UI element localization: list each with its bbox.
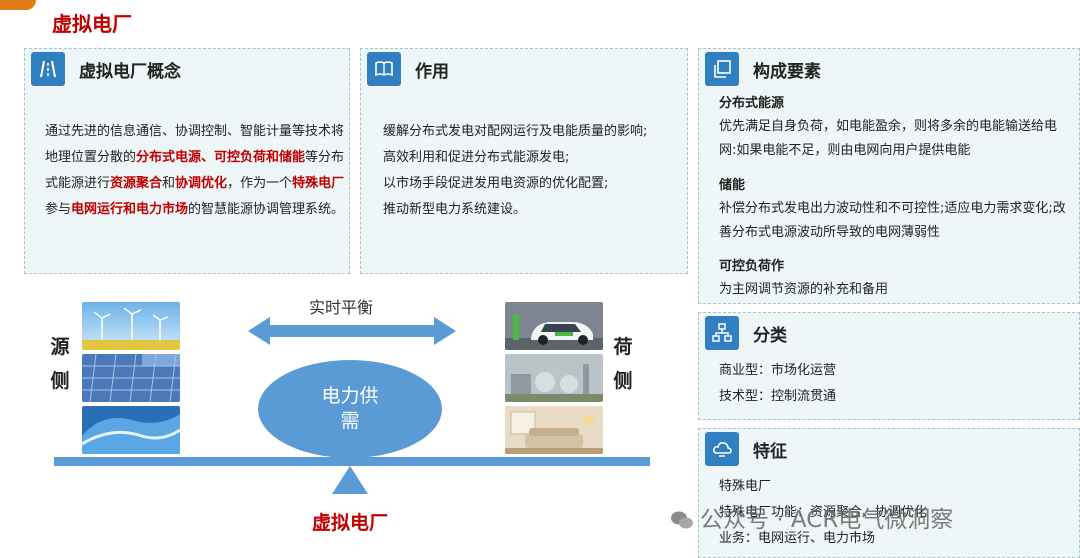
concept-panel-header: 虚拟电厂概念 (25, 49, 181, 89)
highlight-text: 分布式电源、可控负荷和储能 (136, 150, 306, 165)
body-text: 和 (162, 176, 176, 191)
double-arrow-icon (248, 317, 456, 345)
element-heading: 可控负荷作 (719, 259, 785, 274)
elements-title: 构成要素 (753, 61, 821, 82)
element-heading: 储能 (719, 178, 746, 193)
balance-beam (54, 457, 650, 466)
side-label-char: 侧 (613, 370, 633, 392)
side-label-char: 荷 (613, 336, 633, 358)
features-panel-header: 特征 (699, 429, 787, 469)
book-icon (367, 52, 401, 86)
cloud-icon (705, 432, 739, 466)
features-title: 特征 (753, 441, 787, 462)
supply-demand-ellipse: 电力供需 (258, 360, 442, 458)
element-body: 优先满足自身负荷，如电能盈余，则将多余的电能输送给电网:如果电能不足，则由电网向… (719, 119, 1058, 158)
list-item: 以市场手段促进发用电资源的优化配置; (383, 176, 609, 191)
highlight-text: 协调优化 (175, 176, 228, 191)
source-side-label: 源侧 (50, 330, 70, 398)
fulcrum-icon (332, 466, 368, 494)
industrial-plant-image (505, 354, 603, 402)
list-item: 特殊电厂 (719, 479, 772, 494)
watermark-text: 公众号 · ACR电气微洞察 (700, 507, 954, 533)
concept-description: 通过先进的信息通信、协调控制、智能计量等技术将地理位置分散的分布式电源、可控负荷… (45, 119, 345, 223)
concept-title: 虚拟电厂概念 (79, 61, 181, 82)
wechat-icon (671, 511, 693, 529)
sitemap-icon (705, 316, 739, 350)
side-label-char: 源 (50, 336, 70, 358)
elements-panel-header: 构成要素 (699, 49, 821, 89)
wind-turbines-image (82, 302, 180, 350)
element-body: 补偿分布式发电出力波动性和不可控性;适应电力需求变化;改善分布式电源波动所导致的… (719, 201, 1066, 240)
element-item: 可控负荷作 为主网调节资源的补充和备用 (719, 256, 1069, 302)
list-item: 商业型：市场化运营 (719, 363, 837, 378)
copy-icon (705, 52, 739, 86)
electric-car-image (505, 302, 603, 350)
body-text: 的智慧能源协调管理系统。 (188, 202, 345, 217)
watermark: 公众号 · ACR电气微洞察 (670, 500, 953, 534)
body-text: ，作为一个 (227, 176, 293, 191)
list-item: 高效利用和促进分布式能源发电; (383, 150, 570, 165)
classification-panel: 分类 商业型：市场化运营 技术型：控制流贯通 (698, 312, 1080, 420)
role-list: 缓解分布式发电对配网运行及电能质量的影响; 高效利用和促进分布式能源发电; 以市… (383, 119, 683, 223)
page-title: 虚拟电厂 (52, 12, 132, 36)
ocean-wave-image (82, 406, 180, 454)
role-panel: 作用 缓解分布式发电对配网运行及电能质量的影响; 高效利用和促进分布式能源发电;… (360, 48, 688, 274)
vpp-label: 虚拟电厂 (311, 512, 388, 534)
element-heading: 分布式能源 (719, 96, 785, 111)
load-side-label: 荷侧 (613, 330, 633, 398)
center-label: 电力供需 (321, 385, 379, 432)
element-item: 储能 补偿分布式发电出力波动性和不可控性;适应电力需求变化;改善分布式电源波动所… (719, 175, 1069, 245)
concept-panel: 虚拟电厂概念 通过先进的信息通信、协调控制、智能计量等技术将地理位置分散的分布式… (24, 48, 350, 274)
role-title: 作用 (415, 61, 449, 82)
features-panel: 特征 特殊电厂 特殊电厂功能：资源聚合、协调优化 业务：电网运行、电力市场 (698, 428, 1080, 558)
side-label-char: 侧 (50, 370, 70, 392)
highlight-text: 资源聚合 (110, 176, 163, 191)
body-text: 参与 (45, 202, 72, 217)
living-room-image (505, 406, 603, 454)
corner-accent (0, 0, 36, 10)
element-item: 分布式能源 优先满足自身负荷，如电能盈余，则将多余的电能输送给电网:如果电能不足… (719, 93, 1069, 163)
road-icon (31, 52, 65, 86)
elements-panel: 构成要素 分布式能源 优先满足自身负荷，如电能盈余，则将多余的电能输送给电网:如… (698, 48, 1080, 304)
classification-title: 分类 (753, 325, 787, 346)
highlight-text: 电网运行和电力市场 (71, 202, 189, 217)
list-item: 缓解分布式发电对配网运行及电能质量的影响; (383, 124, 648, 139)
highlight-text: 特殊电厂 (292, 176, 345, 191)
classification-panel-header: 分类 (699, 313, 787, 353)
classification-list: 商业型：市场化运营 技术型：控制流贯通 (719, 358, 1069, 410)
element-body: 为主网调节资源的补充和备用 (719, 282, 889, 297)
solar-panels-image (82, 354, 180, 402)
list-item: 技术型：控制流贯通 (719, 389, 837, 404)
list-item: 推动新型电力系统建设。 (383, 202, 527, 217)
role-panel-header: 作用 (361, 49, 449, 89)
